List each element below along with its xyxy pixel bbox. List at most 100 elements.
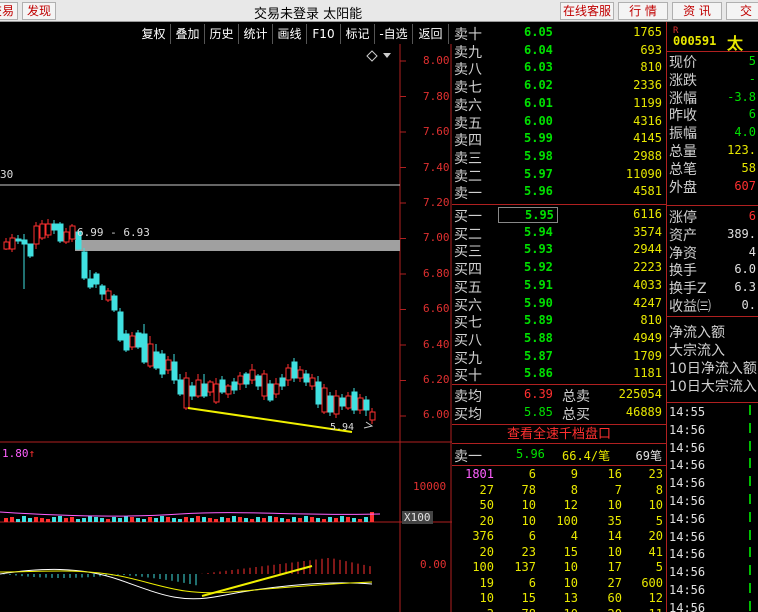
flow-label: 10日净流入额 <box>669 361 757 377</box>
candle-body <box>213 383 220 403</box>
candle-body <box>105 290 112 301</box>
queue-cell: 6 <box>528 575 536 590</box>
bid-row[interactable]: 买七 5.89 810 <box>452 312 666 331</box>
trade2-button[interactable]: 交 <box>726 2 758 20</box>
history-button[interactable]: 历史 <box>205 24 239 44</box>
trendline-macd <box>201 565 313 597</box>
ask-volume: 4316 <box>633 113 662 128</box>
ask-price: 6.05 <box>524 25 553 39</box>
ask-row[interactable]: 卖六 6.01 1199 <box>452 95 666 114</box>
bid-price: 5.87 <box>524 348 553 363</box>
trade-button[interactable]: 交易 <box>0 2 18 20</box>
view-all-depth-button[interactable]: 查看全速千档盘口 <box>452 424 666 444</box>
queue-cell: 10 <box>564 607 578 612</box>
queue-cell: 9 <box>570 467 578 481</box>
info-button[interactable]: 资 讯 <box>672 2 722 20</box>
candle-body <box>183 377 190 409</box>
candle-body <box>93 273 100 285</box>
vol-unit: X100 <box>402 511 433 524</box>
candle-body <box>351 391 358 411</box>
quote-divider <box>667 205 758 206</box>
bid-row[interactable]: 买四 5.92 2223 <box>452 259 666 278</box>
bid-row[interactable]: 买九 5.87 1709 <box>452 348 666 367</box>
avg-bid-label: 买均 <box>454 407 482 423</box>
volume-bar <box>106 519 110 522</box>
volume-bar <box>154 518 158 522</box>
candle-body <box>357 397 364 411</box>
volume-bar <box>118 518 122 522</box>
queue-cell: 10 <box>521 513 536 528</box>
f10-button[interactable]: F10 <box>307 24 341 44</box>
candle-body <box>99 285 106 295</box>
mark-button[interactable]: 标记 <box>341 24 375 44</box>
avg-ask-row: 卖均 6.39 总卖 225054 <box>452 386 666 405</box>
ask-bid-divider <box>452 204 666 205</box>
ask-row[interactable]: 卖五 6.00 4316 <box>452 113 666 132</box>
online-service-button[interactable]: 在线客服 <box>560 2 614 20</box>
candle-body <box>51 223 58 231</box>
queue-cell: 23 <box>648 467 663 481</box>
quote-button[interactable]: 行 情 <box>618 2 668 20</box>
queue-cell: 20 <box>648 529 663 543</box>
bid-row[interactable]: 买一 5.95 6116 <box>452 206 666 225</box>
queue-cell: 3 <box>487 607 494 612</box>
draw-line-button[interactable]: 画线 <box>273 24 307 44</box>
volume-bar <box>220 517 224 522</box>
ask-row[interactable]: 卖四 5.99 4145 <box>452 130 666 149</box>
volume-bar <box>70 517 74 522</box>
ask-row[interactable]: 卖一 5.96 4581 <box>452 183 666 202</box>
bid-volume: 810 <box>640 313 662 328</box>
tick-time: 14:56 <box>669 422 706 437</box>
volume-bar <box>202 517 206 522</box>
quote-value: 389. <box>727 226 756 241</box>
bid-row[interactable]: 买三 5.93 2944 <box>452 241 666 260</box>
queue-cell: 60 <box>607 591 622 605</box>
bid-row[interactable]: 买八 5.88 4949 <box>452 330 666 349</box>
volume-bar <box>160 516 164 522</box>
candle-body <box>159 353 166 375</box>
bid-row[interactable]: 买十 5.86 1181 <box>452 365 666 384</box>
y-tick-7.40: 7.40 <box>423 161 450 174</box>
back-button[interactable]: 返回 <box>413 24 449 44</box>
candle-body <box>309 377 316 387</box>
candle-body <box>15 238 22 242</box>
queue-cell: 10 <box>563 560 578 574</box>
bid-row[interactable]: 买五 5.91 4033 <box>452 277 666 296</box>
bid-row[interactable]: 买六 5.90 4247 <box>452 295 666 314</box>
queue-avg: 66.4/笔 <box>562 449 611 463</box>
ask-volume: 1199 <box>633 95 662 110</box>
ask-row[interactable]: 卖七 6.02 2336 <box>452 77 666 96</box>
overlay-button[interactable]: 叠加 <box>171 24 205 44</box>
chart-toolbar: 复权 叠加 历史 统计 画线 F10 标记 -自选 返回 <box>0 24 451 44</box>
volume-bar <box>94 517 98 522</box>
fuquan-button[interactable]: 复权 <box>137 24 171 44</box>
candle-body <box>177 379 184 395</box>
candle-body <box>141 333 148 363</box>
ask-row[interactable]: 卖十 6.05 1765 <box>452 24 666 43</box>
ask-row[interactable]: 卖三 5.98 2988 <box>452 148 666 167</box>
candle-body <box>33 225 40 245</box>
volume-bar <box>262 518 266 522</box>
quote-value: 5 <box>748 54 756 68</box>
discover-button[interactable]: 发现 <box>22 2 56 20</box>
add-watchlist-button[interactable]: -自选 <box>375 24 413 44</box>
stock-code: 000591 <box>673 34 717 48</box>
kline-chart[interactable] <box>0 44 452 612</box>
candle-body <box>27 243 34 257</box>
candle-body <box>273 383 280 395</box>
ask-row[interactable]: 卖九 6.04 693 <box>452 42 666 61</box>
stats-button[interactable]: 统计 <box>239 24 273 44</box>
queue-divider <box>452 465 666 466</box>
queue-cell: 17 <box>607 560 622 574</box>
quote-value: -3.8 <box>727 89 756 104</box>
candle-body <box>189 385 196 397</box>
volume-bar <box>196 516 200 522</box>
tick-time: 14:56 <box>669 583 706 597</box>
candle-body <box>165 359 172 371</box>
ask-row[interactable]: 卖二 5.97 11090 <box>452 166 666 185</box>
ask-row[interactable]: 卖八 6.03 810 <box>452 59 666 78</box>
queue-cell: 16 <box>607 467 622 481</box>
queue-price: 5.96 <box>516 447 545 461</box>
bid-row[interactable]: 买二 5.94 3574 <box>452 224 666 243</box>
bid-price: 5.92 <box>524 260 553 275</box>
